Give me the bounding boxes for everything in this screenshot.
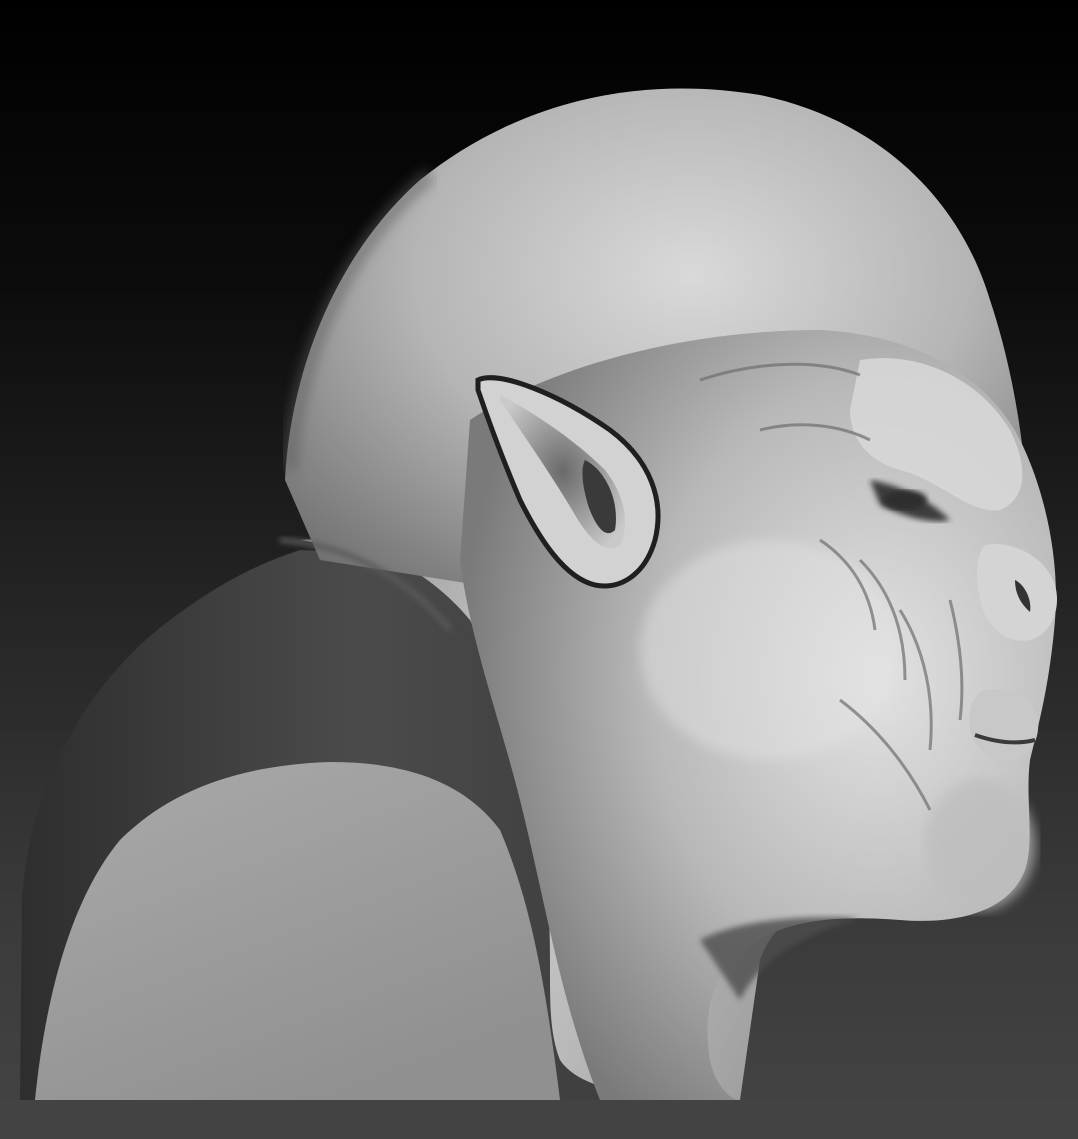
sculpt-render bbox=[20, 88, 1058, 1100]
cheek-highlight bbox=[640, 540, 900, 760]
chin bbox=[925, 780, 1035, 910]
render-viewport bbox=[0, 0, 1078, 1139]
eye-socket bbox=[883, 490, 927, 510]
viewport-floor-strip bbox=[0, 1100, 1078, 1139]
